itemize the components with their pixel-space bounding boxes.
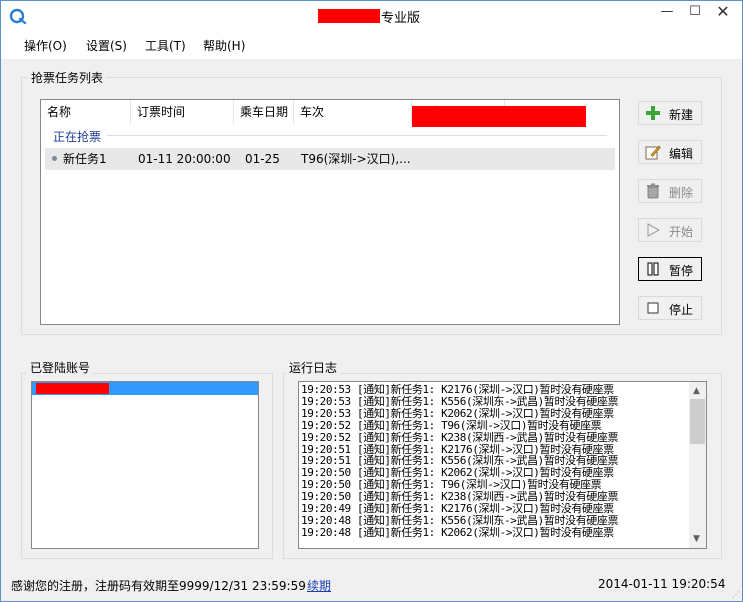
- app-window: 专业版 — ☐ ✕ 操作(O) 设置(S) 工具(T) 帮助(H) 抢票任务列表…: [0, 0, 743, 602]
- log-line: 19:20:48 [通知]新任务1: K2062(深圳->汉口)暂时没有硬座票: [301, 525, 614, 539]
- column-header-book-time[interactable]: 订票时间: [131, 100, 234, 124]
- log-lines: 19:20:53 [通知]新任务1: K2176(深圳->汉口)暂时没有硬座票 …: [301, 384, 619, 539]
- main-panel: 抢票任务列表 名称 订票时间 乘车日期 车次 乘客 账号 正在抢票 新任务1 0…: [1, 59, 742, 571]
- log-line: 19:20:52 [通知]新任务1: T96(深圳->汉口)暂时没有硬座票: [301, 418, 602, 432]
- task-list-group-title: 抢票任务列表: [28, 69, 107, 86]
- window-title: 专业版: [381, 11, 421, 26]
- scroll-thumb[interactable]: [690, 399, 705, 444]
- plus-icon: [646, 106, 660, 120]
- row-status-dot-icon: [52, 156, 57, 161]
- log-line: 19:20:53 [通知]新任务1: K2062(深圳->汉口)暂时没有硬座票: [301, 406, 614, 420]
- stop-icon: [647, 302, 659, 314]
- close-button[interactable]: ✕: [709, 1, 737, 23]
- task-group-divider: [107, 135, 607, 136]
- list-item[interactable]: [32, 382, 258, 395]
- task-ride-date-cell: 01-25: [245, 152, 280, 166]
- accounts-group-title: 已登陆账号: [27, 359, 94, 376]
- column-header-name[interactable]: 名称: [41, 100, 131, 124]
- play-icon: [647, 223, 661, 237]
- menu-bar: 操作(O) 设置(S) 工具(T) 帮助(H): [1, 31, 742, 59]
- renew-link[interactable]: 续期: [307, 577, 331, 594]
- edit-icon: [645, 145, 661, 160]
- new-task-label: 新建: [669, 108, 694, 122]
- task-group-header[interactable]: 正在抢票: [53, 128, 101, 145]
- menu-operation[interactable]: 操作(O): [24, 37, 67, 54]
- title-redaction: [318, 9, 380, 23]
- column-header-train[interactable]: 车次: [294, 100, 412, 124]
- task-book-time-cell: 01-11 20:00:00: [138, 152, 231, 166]
- status-clock: 2014-01-11 19:20:54: [598, 577, 726, 591]
- log-group-title: 运行日志: [286, 359, 341, 376]
- task-train-cell: T96(深圳->汉口),...: [301, 152, 411, 166]
- pause-task-label: 暂停: [669, 264, 694, 278]
- table-row[interactable]: 新任务1 01-11 20:00:00 01-25 T96(深圳->汉口),..…: [45, 148, 615, 170]
- menu-tools[interactable]: 工具(T): [145, 37, 186, 54]
- accounts-listbox[interactable]: [31, 381, 259, 549]
- column-header-ride-date[interactable]: 乘车日期: [234, 100, 294, 124]
- minimize-button[interactable]: —: [653, 1, 681, 23]
- task-listview[interactable]: 名称 订票时间 乘车日期 车次 乘客 账号 正在抢票 新任务1 01-11 20…: [40, 99, 620, 325]
- edit-task-label: 编辑: [669, 147, 694, 161]
- account-redaction: [412, 106, 586, 127]
- scroll-up-arrow-icon[interactable]: ▲: [693, 386, 700, 396]
- log-scrollbar[interactable]: ▲ ▼: [689, 382, 706, 548]
- pause-task-button[interactable]: 暂停: [638, 257, 702, 281]
- title-bar[interactable]: 专业版 — ☐ ✕: [1, 1, 742, 31]
- trash-icon: [647, 183, 659, 199]
- edit-task-button[interactable]: 编辑: [638, 140, 702, 164]
- stop-task-button[interactable]: 停止: [638, 296, 702, 320]
- app-logo-icon: [9, 8, 27, 25]
- pause-icon: [647, 262, 659, 276]
- delete-task-button[interactable]: 删除: [638, 179, 702, 203]
- log-line: 19:20:52 [通知]新任务1: K238(深圳西->武昌)暂时没有硬座票: [301, 430, 619, 444]
- start-task-button[interactable]: 开始: [638, 218, 702, 242]
- stop-task-label: 停止: [669, 303, 694, 317]
- scroll-down-arrow-icon[interactable]: ▼: [693, 534, 700, 544]
- delete-task-label: 删除: [669, 186, 694, 200]
- log-textbox[interactable]: 19:20:53 [通知]新任务1: K2176(深圳->汉口)暂时没有硬座票 …: [298, 381, 707, 549]
- task-name-cell: 新任务1: [63, 152, 107, 166]
- registration-status: 感谢您的注册，注册码有效期至9999/12/31 23:59:59: [11, 579, 306, 593]
- resize-grip-icon[interactable]: ⋰: [732, 590, 740, 599]
- account-name-redaction: [36, 383, 109, 394]
- start-task-label: 开始: [669, 225, 694, 239]
- status-bar: 感谢您的注册，注册码有效期至9999/12/31 23:59:59 续期 201…: [1, 571, 742, 601]
- maximize-button[interactable]: ☐: [681, 1, 709, 23]
- menu-settings[interactable]: 设置(S): [86, 37, 127, 54]
- new-task-button[interactable]: 新建: [638, 101, 702, 125]
- menu-help[interactable]: 帮助(H): [203, 37, 245, 54]
